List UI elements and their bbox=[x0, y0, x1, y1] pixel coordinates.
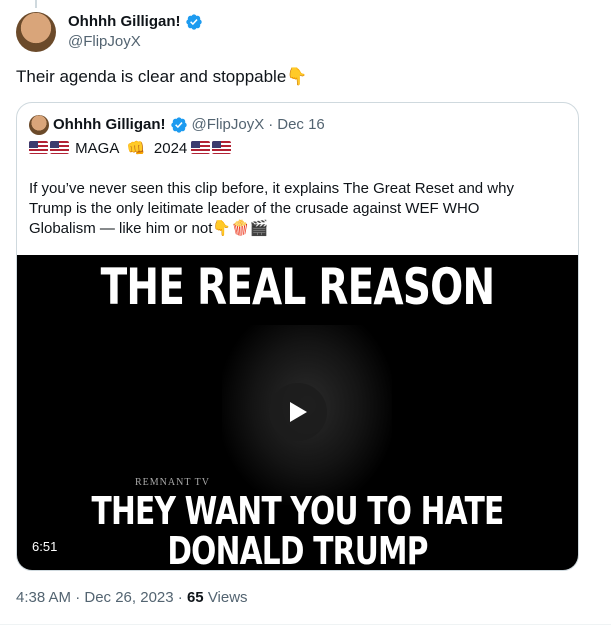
views-count[interactable]: 65 bbox=[187, 589, 204, 606]
user-info: Ohhhh Gilligan! @FlipJoyX bbox=[68, 12, 203, 52]
quote-dot: · bbox=[268, 116, 274, 133]
pointing-down-emoji: 👇 bbox=[286, 67, 308, 86]
quote-text: If you’ve never seen this clip before, i… bbox=[29, 179, 549, 239]
user-handle[interactable]: @FlipJoyX bbox=[68, 32, 203, 52]
quote-display-name: Ohhhh Gilligan! bbox=[53, 116, 166, 133]
quote-header: Ohhhh Gilligan! @FlipJoyX · Dec 16 bbox=[29, 115, 325, 135]
display-name[interactable]: Ohhhh Gilligan! bbox=[68, 12, 181, 32]
video-title-line-2: DONALD TRUMP bbox=[167, 529, 428, 570]
quote-bio-line: MAGA 👊 2024 bbox=[29, 139, 233, 159]
video-brand: REMNANT TV bbox=[135, 477, 210, 488]
bio-maga: MAGA bbox=[75, 140, 119, 157]
quote-handle: @FlipJoyX bbox=[191, 116, 265, 133]
verified-badge-icon bbox=[170, 116, 188, 134]
quote-text-emojis: 👇🍿🎬 bbox=[212, 220, 269, 237]
tweet-header: Ohhhh Gilligan! @FlipJoyX bbox=[16, 12, 203, 52]
us-flag-icon bbox=[29, 141, 48, 154]
video-title-line-1: THEY WANT YOU TO HATE bbox=[91, 489, 505, 533]
video-title-bottom: THEY WANT YOU TO HATE DONALD TRUMP bbox=[79, 491, 517, 570]
footer-separator: · bbox=[173, 589, 187, 606]
name-row: Ohhhh Gilligan! bbox=[68, 12, 203, 32]
us-flag-icon bbox=[191, 141, 211, 154]
quote-date: Dec 16 bbox=[277, 116, 325, 133]
views-label: Views bbox=[207, 589, 248, 606]
us-flag-icon bbox=[212, 141, 232, 154]
bio-fist-emoji: 👊 bbox=[126, 140, 146, 157]
video-player[interactable]: THE REAL REASON REMNANT TV THEY WANT YOU… bbox=[17, 255, 578, 570]
verified-badge-icon[interactable] bbox=[185, 13, 203, 31]
quote-text-body: If you’ve never seen this clip before, i… bbox=[29, 180, 514, 237]
timestamp[interactable]: 4:38 AM · Dec 26, 2023 bbox=[16, 589, 174, 606]
video-duration: 6:51 bbox=[27, 537, 63, 556]
bio-year: 2024 bbox=[153, 140, 188, 157]
video-title-top: THE REAL REASON bbox=[100, 258, 496, 316]
play-icon bbox=[290, 402, 307, 422]
avatar[interactable] bbox=[16, 12, 56, 52]
us-flag-icon bbox=[50, 141, 69, 154]
play-button[interactable] bbox=[269, 383, 327, 441]
quoted-tweet-card[interactable]: Ohhhh Gilligan! @FlipJoyX · Dec 16 MAGA … bbox=[16, 102, 579, 571]
tweet-footer: 4:38 AM · Dec 26, 2023 · 65 Views bbox=[16, 588, 248, 608]
tweet-text: Their agenda is clear and stoppable👇 bbox=[16, 66, 595, 88]
tweet-text-body: Their agenda is clear and stoppable bbox=[16, 67, 287, 86]
thread-connector-line bbox=[35, 0, 37, 8]
quote-avatar bbox=[29, 115, 49, 135]
